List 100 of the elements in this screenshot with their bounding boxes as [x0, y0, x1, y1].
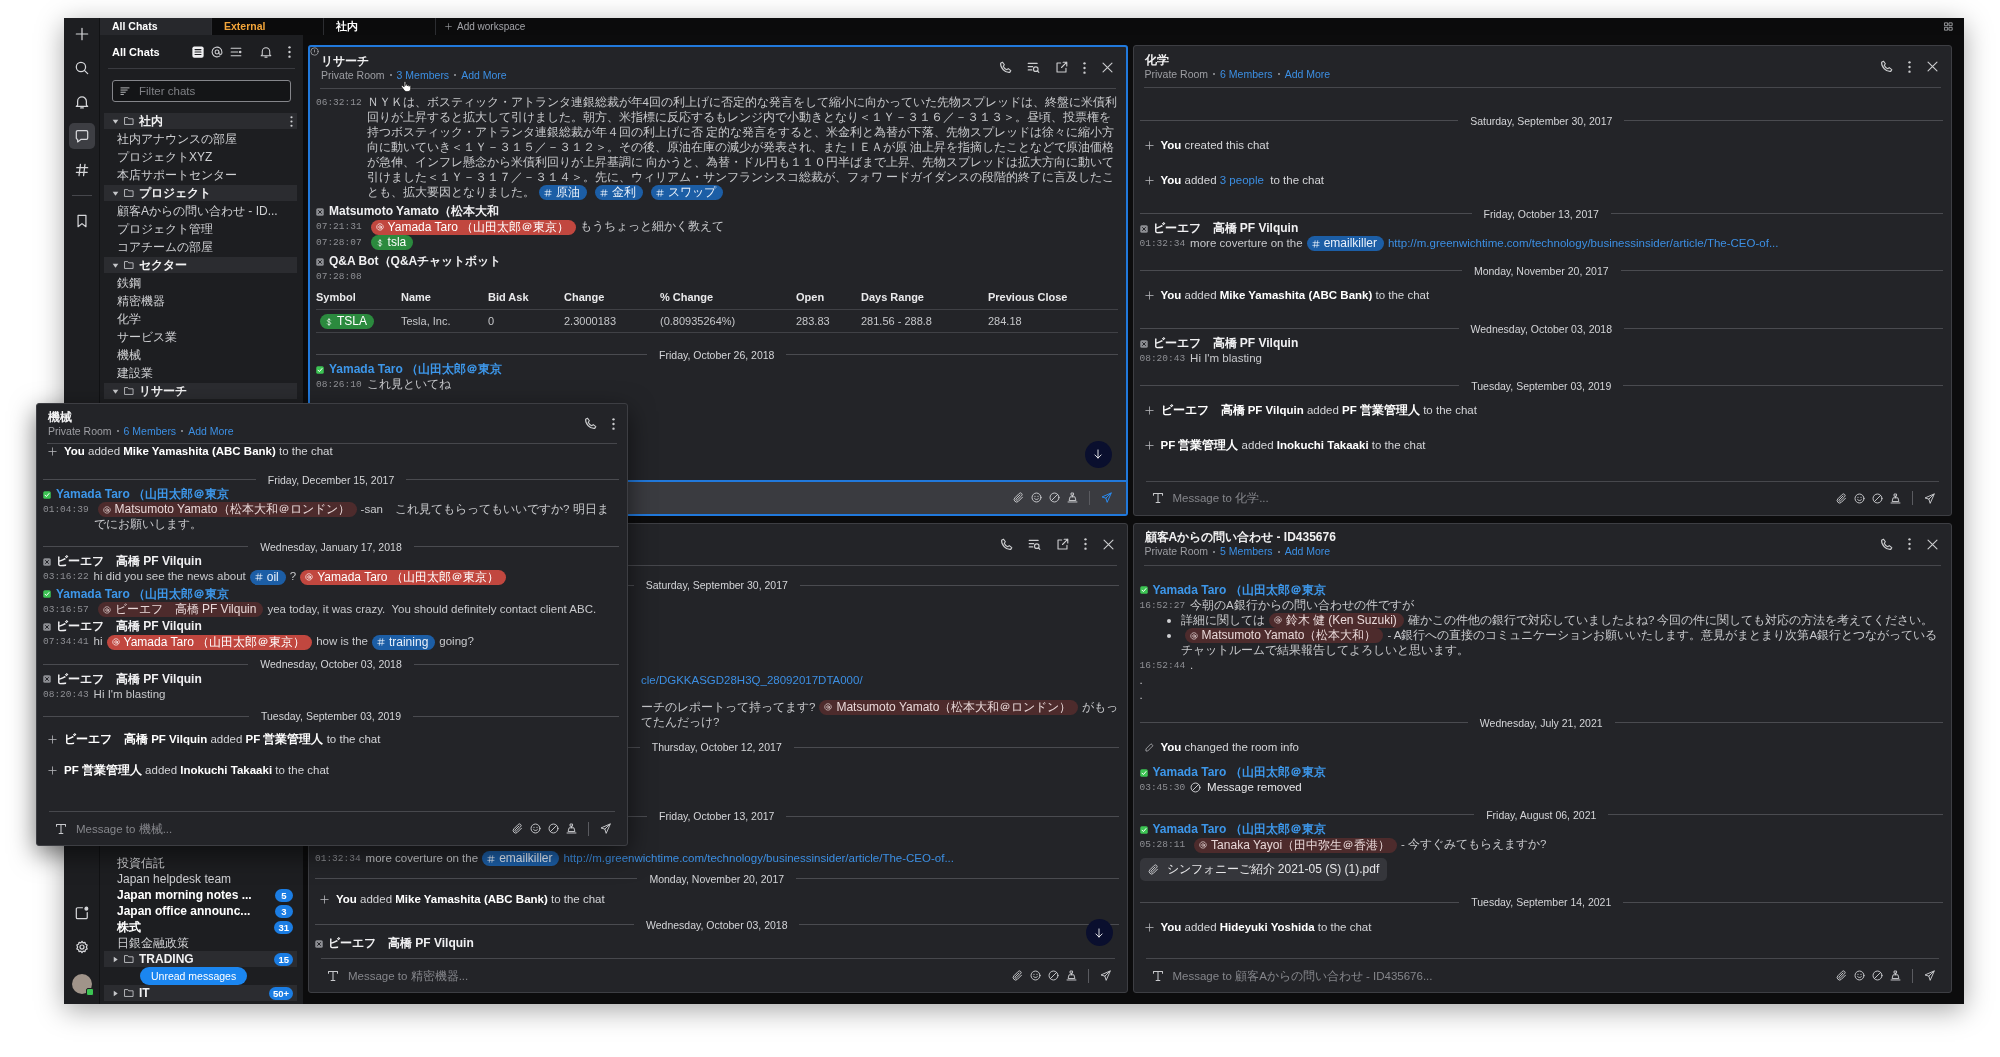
room-type: Private Room: [321, 68, 385, 82]
timestamp: 01:04:39: [43, 503, 89, 517]
date-label: Saturday, September 30, 2017: [1470, 114, 1613, 127]
unread-count: 3: [275, 904, 293, 918]
sender-name: ビーエフ 高橋 PF Vilquin: [56, 553, 202, 571]
room-title: リサーチ: [321, 53, 370, 69]
event-text: You changed the room info: [1160, 740, 1299, 756]
date-label: Wednesday, October 03, 2018: [260, 658, 402, 671]
sender-name: Yamada Taro （山田太郎＠東京: [1152, 764, 1326, 782]
date-label: Wednesday, October 03, 2018: [646, 918, 788, 931]
timestamp: 03:16:57: [43, 602, 89, 617]
timestamp: 08:20:43: [1139, 352, 1186, 367]
table-header: Name: [401, 287, 488, 310]
event-text: PF 営業管理人 added Inokuchi Takaaki to the chat: [64, 762, 329, 778]
event-text: You added Mike Yamashita (ABC Bank) to the chat: [336, 892, 605, 908]
table-header: Days Range: [861, 287, 988, 310]
sender-name: Yamada Taro （山田太郎＠東京: [1152, 581, 1326, 599]
timestamp: 01:32:34: [1139, 237, 1186, 251]
date-label: Saturday, September 30, 2017: [645, 579, 788, 591]
sender-name: ビーエフ 高橋 PF Vilquin: [1152, 220, 1299, 237]
event-text: You added 3 people to the chat: [1160, 173, 1324, 188]
unread-count: 15: [274, 952, 293, 966]
date-label: Wednesday, January 17, 2018: [260, 540, 402, 553]
sender-name: ビーエフ 高橋 PF Vilquin: [56, 618, 202, 636]
message-text: Matsumoto Yamato（松本大和） - A銀行への直接のコミュニケーションお願いいたします。意見がまとまり次第A銀行とつながっているチャットルームで結果報告してよろしいと思います。: [1180, 627, 1939, 659]
table-cell: 284.18: [988, 309, 1118, 333]
date-label: Tuesday, September 14, 2021: [1471, 896, 1612, 909]
date-label: Monday, November 20, 2017: [1473, 264, 1609, 277]
event-text: You created this chat: [1160, 138, 1269, 153]
table-cell: 281.56 - 288.8: [861, 309, 988, 333]
room-type: Private Room: [1144, 545, 1209, 558]
table-cell: 2.3000183: [564, 309, 660, 333]
message-text: 今朝のA銀行からの問い合わせの件ですが: [1190, 597, 1415, 613]
message-text: ビーエフ 高橋 PF Vilquin yea today, it was crazy. You should definitely contact client ABC.: [93, 601, 619, 618]
room-type: Private Room: [48, 424, 112, 438]
timestamp: 16:52:44: [1139, 659, 1186, 674]
sender-name: Yamada Taro （山田太郎＠東京: [56, 486, 230, 503]
message-text: 詳細に関しては 鈴木 健 (Ken Suzuki) 確かこの件他の銀行で対応していましたよね? 今回の件に関しても対応の方法を考えてください。: [1180, 612, 1935, 628]
sender-name: ビーエフ 高橋 PF Vilquin: [56, 670, 202, 688]
message-text: ーチのレポートって持ってます? Matsumoto Yamato（松本大和＠ロンドン） がもってたんだっけ?: [641, 699, 1119, 730]
room-title: 顧客Aからの問い合わせ - ID435676: [1144, 530, 1337, 545]
timestamp: 08:26:10: [316, 378, 362, 392]
table-header: % Change: [660, 287, 796, 310]
date-label: Friday, October 13, 2017: [659, 810, 775, 823]
date-label: Tuesday, September 03, 2019: [1471, 379, 1612, 392]
table-cell: 0: [488, 309, 564, 333]
message-text: .: [1190, 658, 1195, 674]
message-text: Tanaka Yayoi（田中弥生＠香港） - 今すぐみてもらえますか?: [1190, 837, 1943, 853]
date-label: Wednesday, October 03, 2018: [1470, 322, 1612, 335]
sender-name: Yamada Taro （山田太郎＠東京: [1152, 821, 1326, 839]
unread-count: 50+: [268, 986, 293, 1000]
timestamp: 16:52:27: [1139, 598, 1186, 613]
message-text: more coverture on the emailkiller http://m.greenwichtime.com/technology/businessinsider/article/The-CEO-of...: [365, 850, 955, 867]
room-title: 化学: [1144, 52, 1170, 68]
table-cell: Tesla, Inc.: [401, 309, 488, 333]
unread-count: 31: [274, 920, 293, 934]
table-header: Change: [564, 287, 660, 310]
date-label: Monday, November 20, 2017: [649, 872, 785, 885]
table-header: Bid Ask: [488, 287, 564, 310]
message-text: ＮＹＫは、ボスティック・アトランタ連銀総裁が年4回の利上げに否定的な発言をして縮小に向かっていた先物スプレッドは、終盤に米債利回りが上昇すると拡大して引けました。朝方、米指標に反応するもレンジ内で小動きとなり＜１Ｙ－３１６／－３１３＞。昼頃、投票権を持つボスティック・アトランタ連銀総裁が年４回の利上げに否 定的な発言をすると、米金利と為替が下落、先物スプレッドは徐々に縮小方向に動いていき＜１Ｙ－３１５／－３１２＞。その後、原油在庫の減少が発表され、またＩＥＡが原 油上昇を指摘したことなどで原油価格が急伸、インフレ懸念から米債利回りが上昇基調に 向かうと、為替・ドル円も１１０円半ばまで上昇、先物スプレッドは拡大方向に動いて引けました＜１Ｙ－３１７／－３１４＞。先に、ウィリアム・サンフランシスコ総裁が、フォワ ードガイダンスの段階的終了に言及したことも、拡大要因となりました。 原油 金利 スワップ: [366, 95, 1118, 201]
message-text: Hi I'm blasting: [93, 686, 167, 702]
message-text: Hi I'm blasting: [1190, 351, 1263, 367]
message-text: .: [1139, 688, 1144, 704]
timestamp: 03:45:30: [1139, 781, 1186, 796]
event-text: You added Mike Yamashita (ABC Bank) to the chat: [1160, 288, 1430, 304]
timestamp: 07:28:08: [316, 270, 362, 285]
message-text: これ見といてね: [366, 377, 452, 392]
date-label: Friday, December 15, 2017: [267, 473, 395, 486]
message-text: Matsumoto Yamato（松本大和＠ロンドン） -san これ見てもらってもいいですか? 明日までにお願いします。: [93, 502, 610, 533]
date-label: Friday, October 26, 2018: [659, 348, 775, 361]
event-text: You added Hideyuki Yoshida to the chat: [1160, 919, 1372, 935]
timestamp: 05:28:11: [1139, 838, 1186, 853]
room-title: 機械: [48, 409, 73, 425]
table-header: Symbol: [316, 287, 401, 310]
message-text: Message removed: [1207, 780, 1302, 796]
timestamp: 07:21:31: [316, 220, 362, 235]
timestamp: 07:28:07: [316, 235, 362, 250]
sender-name: ビーエフ 高橋 PF Vilquin: [1152, 335, 1299, 353]
table-cell: (0.80935264%): [660, 309, 796, 333]
table-header: Open: [796, 287, 861, 310]
timestamp: 01:32:34: [315, 851, 361, 866]
event-text: ビーエフ 高橋 PF Vilquin added PF 営業管理人 to the chat: [64, 731, 381, 747]
message-text: hi Yamada Taro （山田太郎＠東京） how is the training going?: [93, 634, 475, 650]
timestamp: 03:16:22: [43, 570, 89, 585]
table-cell: 283.83: [796, 309, 861, 333]
timestamp: 07:34:41: [43, 635, 89, 650]
sidebar-title: All Chats: [112, 45, 160, 58]
date-label: Wednesday, July 21, 2021: [1479, 716, 1603, 729]
date-label: Friday, August 06, 2021: [1486, 808, 1597, 821]
event-text: PF 営業管理人 added Inokuchi Takaaki to the chat: [1160, 438, 1426, 454]
message-text: .: [1139, 673, 1144, 689]
event-text: You added Mike Yamashita (ABC Bank) to the chat: [64, 444, 333, 459]
sender-name: Yamada Taro （山田太郎＠東京: [329, 361, 503, 378]
sender-name: Q&A Bot（Q&Aチャットボット: [329, 253, 502, 271]
timestamp: 06:32:12: [316, 96, 362, 110]
table-header: Previous Close: [988, 287, 1118, 310]
message-text: Yamada Taro （山田太郎＠東京） もうちょっと細かく教えて: [366, 219, 1118, 235]
message-text: hi did you see the news about oil ? Yamada Taro （山田太郎＠東京）: [93, 569, 619, 585]
timestamp: 08:20:43: [43, 687, 89, 702]
sender-name: ビーエフ 高橋 PF Vilquin: [328, 935, 474, 953]
